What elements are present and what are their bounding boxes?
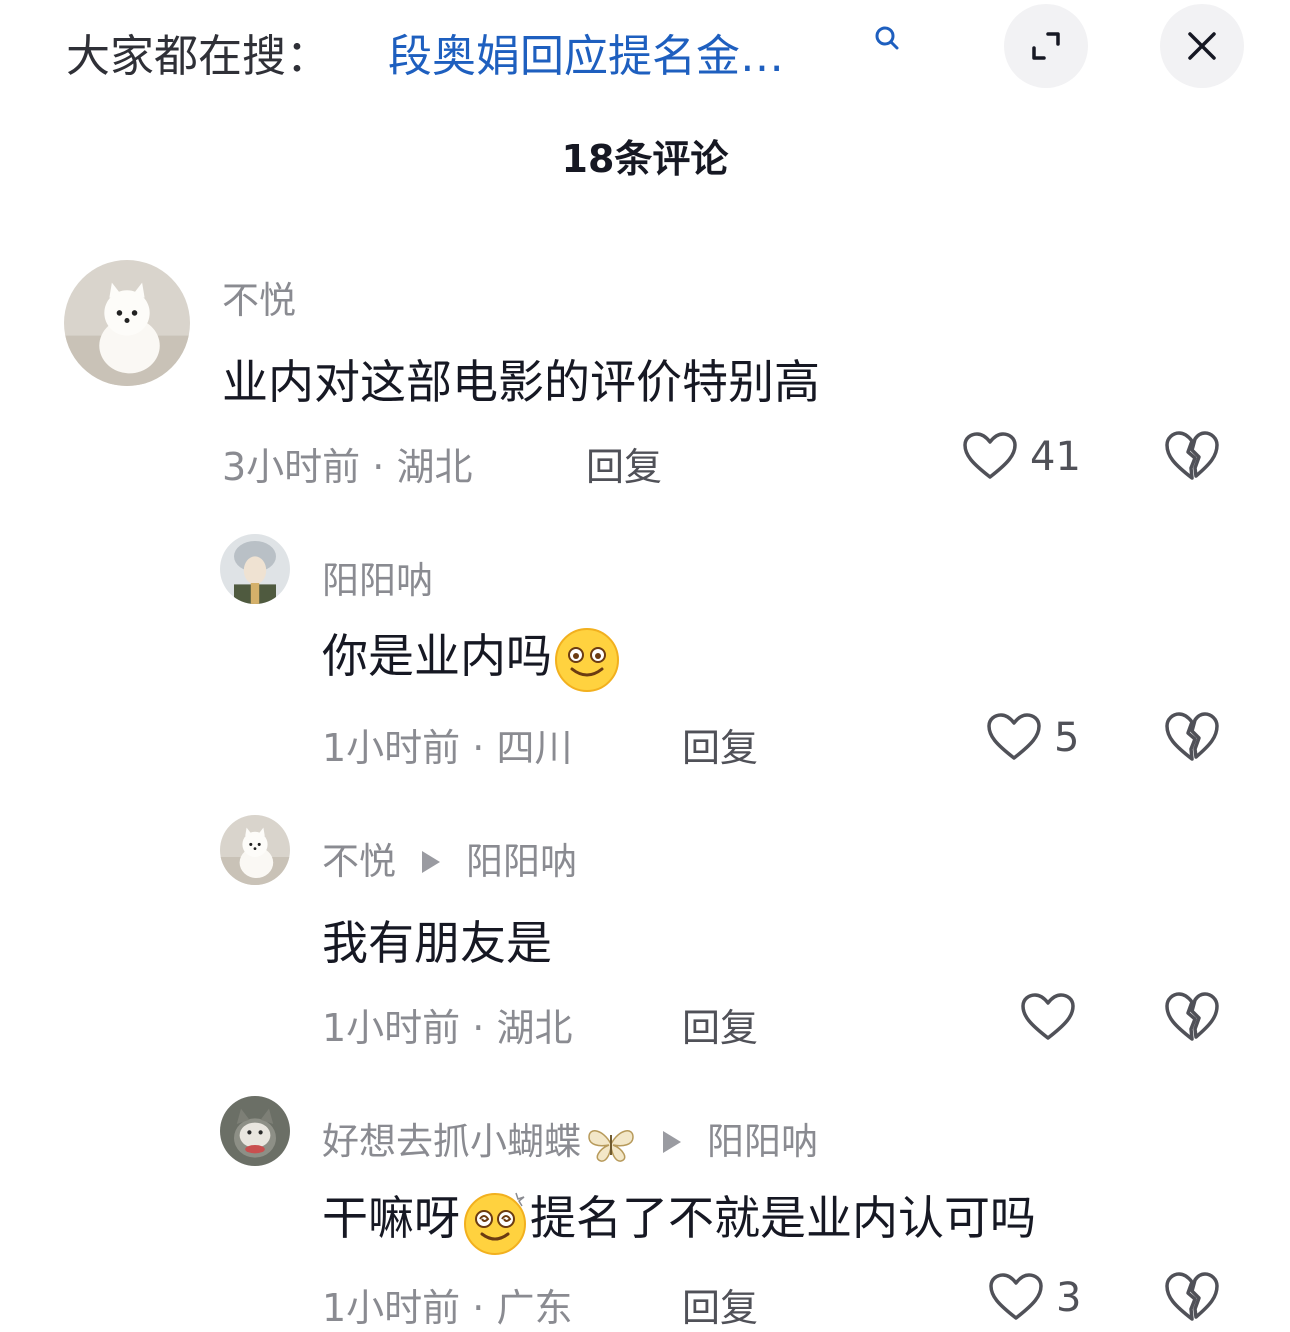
close-button[interactable]: [1160, 4, 1244, 88]
search-suggestion-link[interactable]: 段奥娟回应提名金…: [388, 20, 784, 84]
comment-count-title: 18条评论: [561, 137, 729, 181]
cat-icon: [220, 1096, 290, 1166]
comment-location: 四川: [496, 726, 573, 770]
comment-location: 广东: [496, 1286, 573, 1330]
reply-to-username[interactable]: 阳阳呐: [466, 840, 577, 883]
like-count: 41: [1030, 434, 1081, 480]
avatar[interactable]: [220, 534, 290, 604]
heart-icon[interactable]: [986, 712, 1042, 762]
comment-meta: 1小时前 · 四川: [322, 726, 573, 770]
comment-text-row: 干嘛呀 提名了不就是业内认可吗: [322, 1182, 1036, 1255]
comment-username[interactable]: 不悦: [222, 270, 296, 324]
reply-button[interactable]: 回复: [682, 997, 758, 1052]
butterfly-icon: [588, 1129, 634, 1162]
heart-icon[interactable]: [988, 1272, 1044, 1322]
comment-username[interactable]: 阳阳呐: [322, 550, 433, 604]
broken-heart-icon[interactable]: [1164, 711, 1220, 763]
reply-arrow-icon: [663, 1130, 681, 1153]
broken-heart-icon[interactable]: [1164, 430, 1220, 482]
broken-heart-icon[interactable]: [1164, 991, 1220, 1043]
dizzy-face-emoji: [462, 1189, 528, 1255]
comment-username[interactable]: 好想去抓小蝴蝶: [322, 1120, 581, 1163]
comment-meta: 1小时前 · 湖北: [322, 1006, 573, 1050]
white-dog-icon: [64, 260, 190, 386]
comment-username[interactable]: 不悦: [322, 840, 396, 883]
search-prefix: 大家都在搜：: [66, 31, 330, 82]
comment-text: 我有朋友是: [322, 916, 552, 970]
avatar[interactable]: [64, 260, 190, 386]
avatar[interactable]: [220, 1096, 290, 1166]
top-bar: 大家都在搜： 段奥娟回应提名金…: [0, 0, 1290, 100]
comment-time: 3小时前: [222, 445, 361, 489]
comment-text: 你是业内吗: [322, 629, 552, 683]
avatar[interactable]: [220, 815, 290, 885]
reply-button[interactable]: 回复: [586, 436, 662, 491]
like-count: 3: [1056, 1275, 1082, 1321]
comment-text: 业内对这部电影的评价特别高: [222, 355, 820, 409]
comment-meta: 3小时前 · 湖北: [222, 445, 473, 489]
reply-arrow-icon: [422, 850, 440, 873]
expand-button[interactable]: [1004, 4, 1088, 88]
comment-location: 湖北: [396, 445, 473, 489]
white-dog-icon: [220, 815, 290, 885]
comment-time: 1小时前: [322, 1286, 461, 1330]
expand-icon: [1032, 32, 1060, 60]
heart-icon[interactable]: [962, 431, 1018, 481]
heart-icon[interactable]: [1020, 992, 1076, 1042]
comment-time: 1小时前: [322, 1006, 461, 1050]
reply-to-username[interactable]: 阳阳呐: [707, 1120, 818, 1163]
search-icon[interactable]: [872, 24, 902, 54]
comment-username-row: 好想去抓小蝴蝶 阳阳呐: [322, 1111, 818, 1165]
broken-heart-icon[interactable]: [1164, 1271, 1220, 1323]
comment-text: 干嘛呀: [322, 1191, 460, 1245]
comment-username-row: 不悦 阳阳呐: [322, 831, 577, 885]
comment-meta: 1小时前 · 广东: [322, 1286, 573, 1330]
comment-location: 湖北: [496, 1006, 573, 1050]
character-icon: [220, 534, 290, 604]
smiling-face-emoji: [554, 627, 620, 693]
close-icon: [1188, 32, 1216, 60]
like-count: 5: [1054, 715, 1080, 761]
comment-time: 1小时前: [322, 726, 461, 770]
reply-button[interactable]: 回复: [682, 1277, 758, 1332]
comment-text-row: 你是业内吗: [322, 620, 622, 693]
comment-text-continued: 提名了不就是业内认可吗: [530, 1191, 1036, 1245]
reply-button[interactable]: 回复: [682, 717, 758, 772]
